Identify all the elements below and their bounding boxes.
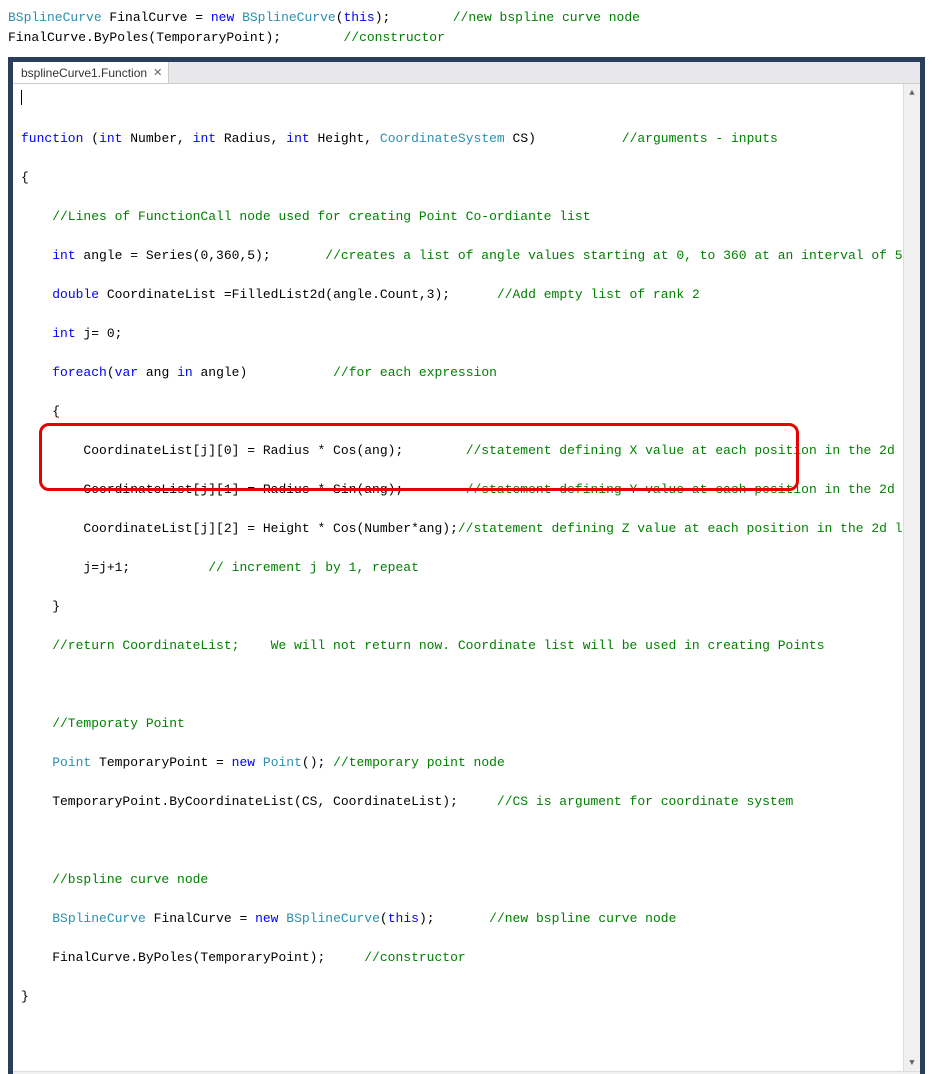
vertical-scrollbar[interactable]: ▲ ▼ <box>903 84 920 1071</box>
scroll-left-icon[interactable]: ◀ <box>13 1072 30 1074</box>
scroll-down-icon[interactable]: ▼ <box>904 1054 920 1071</box>
tab-bsplinecurve-function[interactable]: bsplineCurve1.Function ✕ <box>13 62 169 83</box>
header-snippet: BSplineCurve FinalCurve = new BSplineCur… <box>8 8 925 47</box>
vscroll-track[interactable] <box>904 101 920 1054</box>
editor-frame: bsplineCurve1.Function ✕ function (int N… <box>8 57 925 1074</box>
text-cursor <box>21 90 22 105</box>
hscroll-track[interactable] <box>30 1072 903 1074</box>
tab-bar: bsplineCurve1.Function ✕ <box>13 62 920 84</box>
tab-label: bsplineCurve1.Function <box>21 66 147 80</box>
scroll-right-icon[interactable]: ▶ <box>903 1072 920 1074</box>
code-editor[interactable]: function (int Number, int Radius, int He… <box>13 84 920 1071</box>
close-icon[interactable]: ✕ <box>153 66 162 79</box>
horizontal-scrollbar[interactable]: ◀ ▶ <box>13 1071 920 1074</box>
scroll-up-icon[interactable]: ▲ <box>904 84 920 101</box>
